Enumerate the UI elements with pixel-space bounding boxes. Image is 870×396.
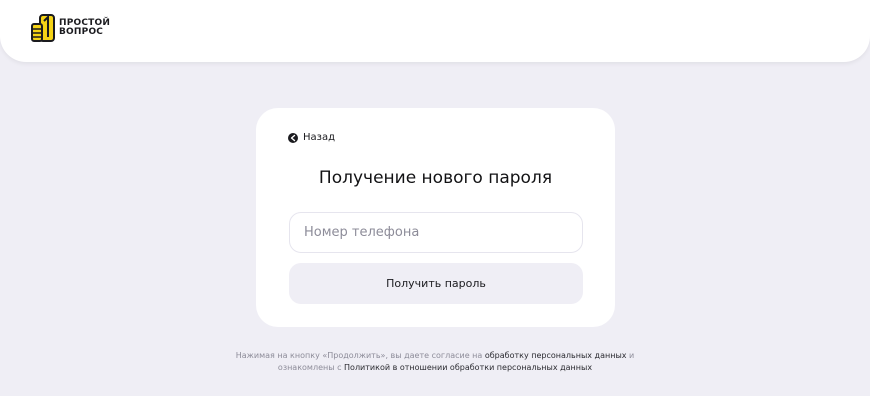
personal-data-processing-link[interactable]: обработку персональных данных bbox=[485, 351, 627, 360]
get-password-button[interactable]: Получить пароль bbox=[289, 263, 583, 304]
back-link-label: Назад bbox=[303, 132, 336, 143]
brand-logo[interactable]: ПРОСТОЙ ВОПРОС bbox=[30, 13, 110, 43]
back-link[interactable]: Назад bbox=[288, 132, 335, 143]
phone-number-input[interactable] bbox=[289, 212, 583, 253]
privacy-policy-link[interactable]: Политикой в отношении обработки персонал… bbox=[344, 363, 592, 372]
consent-text-2: и bbox=[626, 351, 635, 360]
consent-text-3: ознакомлены с bbox=[277, 363, 345, 372]
brand-wordmark-line2: ВОПРОС bbox=[59, 27, 104, 37]
consent-line-1: Нажимая на кнопку «Продолжить», вы даете… bbox=[0, 350, 870, 362]
consent-line-2: ознакомлены с Политикой в отношении обра… bbox=[0, 362, 870, 374]
page-title: Получение нового пароля bbox=[318, 168, 553, 188]
consent-notice: Нажимая на кнопку «Продолжить», вы даете… bbox=[0, 350, 870, 374]
arrow-left-icon bbox=[288, 132, 298, 143]
consent-text-1: Нажимая на кнопку «Продолжить», вы даете… bbox=[235, 351, 485, 360]
password-recovery-card: Назад Получение нового пароля Получить п… bbox=[256, 108, 615, 327]
thumbs-up-logo-icon bbox=[31, 14, 55, 42]
brand-wordmark: ПРОСТОЙ ВОПРОС bbox=[59, 19, 110, 37]
top-header: ПРОСТОЙ ВОПРОС bbox=[0, 0, 870, 62]
